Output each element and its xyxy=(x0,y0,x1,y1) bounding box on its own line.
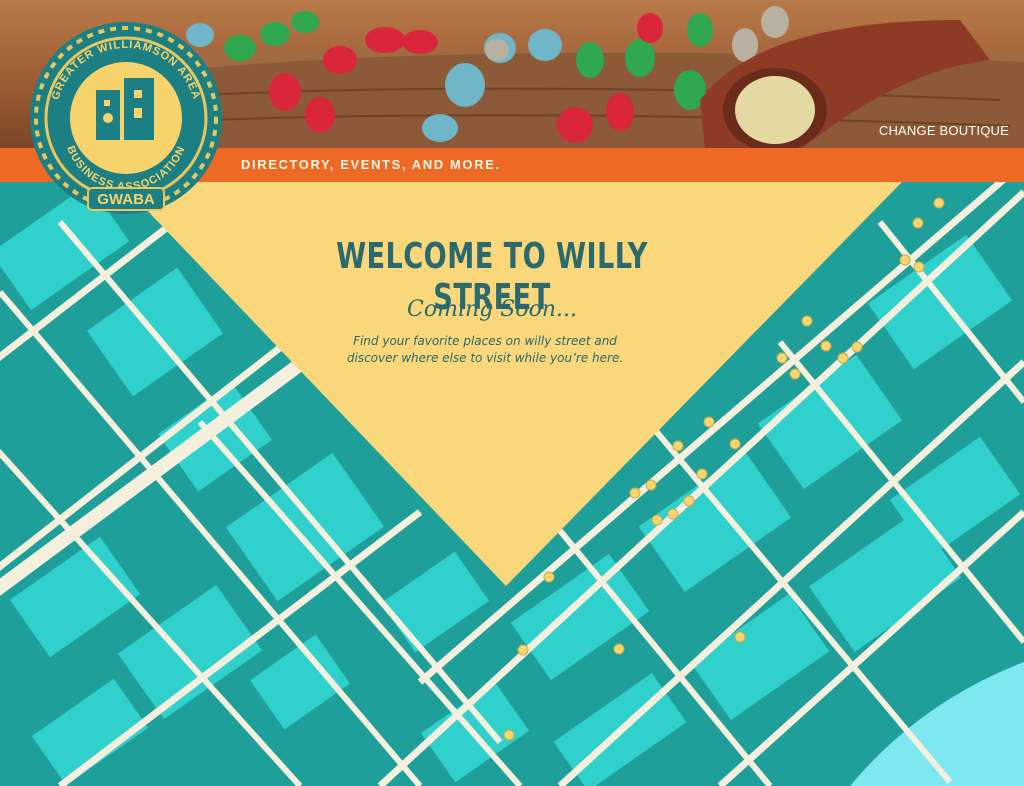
change-boutique-label[interactable]: CHANGE BOUTIQUE xyxy=(879,123,1009,138)
logo-acronym: GWABA xyxy=(97,191,155,208)
street-map[interactable] xyxy=(0,182,1024,786)
map-canvas xyxy=(0,182,1024,786)
nav-tagline[interactable]: DIRECTORY, EVENTS, AND MORE. xyxy=(241,157,501,172)
gwaba-logo[interactable]: GREATER WILLIAMSON AREA BUSINESS ASSOCIA… xyxy=(26,18,226,218)
